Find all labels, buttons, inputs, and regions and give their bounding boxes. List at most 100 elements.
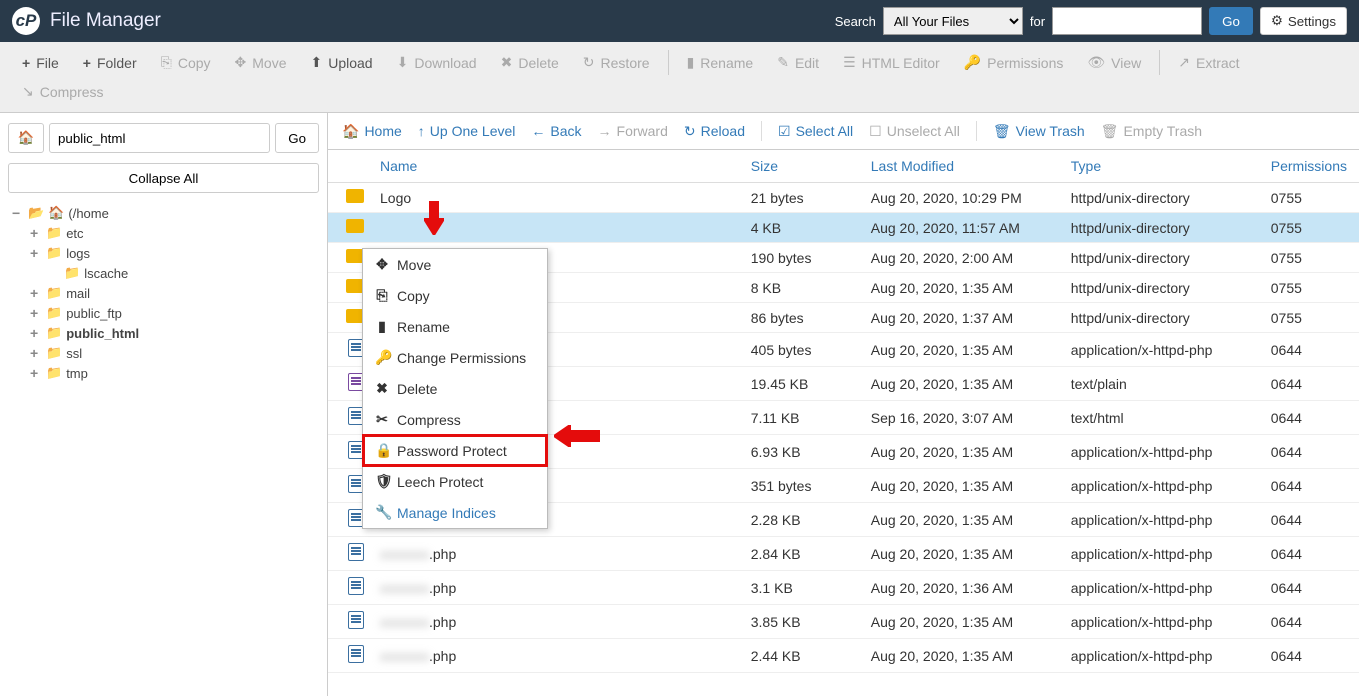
file-modified: Aug 20, 2020, 1:35 AM: [859, 605, 1059, 639]
app-header: cP File Manager Search All Your Files fo…: [0, 0, 1359, 42]
context-menu-item[interactable]: ⎘Copy: [363, 280, 547, 311]
download-button[interactable]: ⬇Download: [385, 48, 489, 77]
nav-back-button[interactable]: ←Back: [531, 123, 581, 139]
tree-node[interactable]: 📁lscache: [12, 263, 319, 283]
table-row[interactable]: xxxxxxx.php3.1 KBAug 20, 2020, 1:36 AMap…: [328, 571, 1359, 605]
table-row[interactable]: xxxxxxx.php2.84 KBAug 20, 2020, 1:35 AMa…: [328, 537, 1359, 571]
tree-root[interactable]: − 📂 🏠 (/home: [12, 203, 319, 223]
sidebar: 🏠 Go Collapse All − 📂 🏠 (/home +📁etc+📁lo…: [0, 113, 328, 696]
upload-button[interactable]: ⬆Upload: [298, 48, 384, 77]
file-perm: 0755: [1259, 273, 1359, 303]
home-icon: 🏠: [18, 130, 35, 146]
nav-empty-trash-button[interactable]: 🗑Empty Trash: [1101, 123, 1202, 140]
nav-up-button[interactable]: ↑Up One Level: [418, 123, 516, 139]
expand-icon: +: [30, 305, 42, 321]
path-go-button[interactable]: Go: [275, 123, 319, 153]
context-menu-item[interactable]: 🛡Leech Protect: [363, 466, 547, 497]
nav-select-all-button[interactable]: ☑Select All: [778, 123, 853, 140]
tree-node[interactable]: +📁etc: [12, 223, 319, 243]
table-row[interactable]: xxxxxxx.php3.85 KBAug 20, 2020, 1:35 AMa…: [328, 605, 1359, 639]
file-modified: Aug 20, 2020, 10:29 PM: [859, 183, 1059, 213]
file-icon: [348, 543, 364, 561]
col-size[interactable]: Size: [739, 150, 859, 183]
nav-home-button[interactable]: 🏠Home: [342, 123, 402, 140]
nav-forward-button[interactable]: →Forward: [598, 123, 668, 139]
upload-icon: ⬆: [310, 54, 322, 71]
delete-button[interactable]: ✖Delete: [489, 48, 571, 77]
table-row[interactable]: Logo21 bytesAug 20, 2020, 10:29 PMhttpd/…: [328, 183, 1359, 213]
file-type: application/x-httpd-php: [1059, 503, 1259, 537]
home-path-button[interactable]: 🏠: [8, 123, 44, 153]
folder-icon: 📁: [46, 305, 62, 321]
file-modified: Aug 20, 2020, 1:35 AM: [859, 333, 1059, 367]
file-button[interactable]: +File: [10, 48, 71, 77]
nav-unselect-all-button[interactable]: ☐Unselect All: [869, 123, 960, 140]
file-size: 4 KB: [739, 213, 859, 243]
check-icon: ☑: [778, 123, 791, 140]
context-menu-item[interactable]: ✥Move: [363, 249, 547, 280]
menu-item-icon: ▮: [375, 318, 389, 335]
nav-reload-button[interactable]: ↻Reload: [684, 123, 745, 140]
file-perm: 0755: [1259, 243, 1359, 273]
html-editor-button[interactable]: ☰HTML Editor: [831, 48, 952, 77]
context-menu-item[interactable]: 🔒Password Protect: [363, 435, 547, 466]
reload-icon: ↻: [684, 123, 696, 140]
file-perm: 0644: [1259, 605, 1359, 639]
tree-node[interactable]: +📁public_html: [12, 323, 319, 343]
file-modified: Aug 20, 2020, 1:35 AM: [859, 469, 1059, 503]
compress-button[interactable]: ↘Compress: [10, 77, 116, 106]
pencil-icon: ✎: [777, 54, 789, 71]
file-icon: [348, 611, 364, 629]
file-perm: 0644: [1259, 435, 1359, 469]
file-type: text/plain: [1059, 367, 1259, 401]
rename-icon: ▮: [687, 54, 695, 71]
expand-icon: +: [30, 285, 42, 301]
extract-icon: ↗: [1178, 54, 1190, 71]
file-perm: 0755: [1259, 303, 1359, 333]
table-row[interactable]: 4 KBAug 20, 2020, 11:57 AMhttpd/unix-dir…: [328, 213, 1359, 243]
expand-icon: +: [30, 365, 42, 381]
tree-node[interactable]: +📁ssl: [12, 343, 319, 363]
file-modified: Aug 20, 2020, 1:35 AM: [859, 273, 1059, 303]
search-input[interactable]: [1052, 7, 1202, 35]
view-button[interactable]: 👁View: [1075, 48, 1153, 77]
col-type[interactable]: Type: [1059, 150, 1259, 183]
tree-node[interactable]: +📁 public_ftp: [12, 303, 319, 323]
table-row[interactable]: xxxxxxx.php2.44 KBAug 20, 2020, 1:35 AMa…: [328, 639, 1359, 673]
file-type: httpd/unix-directory: [1059, 213, 1259, 243]
context-menu-item[interactable]: ✖Delete: [363, 373, 547, 404]
move-button[interactable]: ✥Move: [223, 48, 299, 77]
col-perm[interactable]: Permissions: [1259, 150, 1359, 183]
nav-view-trash-button[interactable]: 🗑View Trash: [993, 123, 1085, 140]
restore-button[interactable]: ↻Restore: [571, 48, 662, 77]
copy-button[interactable]: ⎘Copy: [149, 48, 223, 77]
file-type: httpd/unix-directory: [1059, 273, 1259, 303]
edit-button[interactable]: ✎Edit: [765, 48, 831, 77]
file-perm: 0644: [1259, 537, 1359, 571]
context-menu-item[interactable]: ▮Rename: [363, 311, 547, 342]
folder-icon: 📁: [46, 365, 62, 381]
col-modified[interactable]: Last Modified: [859, 150, 1059, 183]
path-input[interactable]: [49, 123, 270, 153]
rename-button[interactable]: ▮Rename: [675, 48, 766, 77]
search-go-button[interactable]: Go: [1209, 7, 1253, 35]
context-menu-item[interactable]: 🔑Change Permissions: [363, 342, 547, 373]
file-type: httpd/unix-directory: [1059, 303, 1259, 333]
expand-icon: +: [30, 345, 42, 361]
folder-button[interactable]: +Folder: [71, 48, 149, 77]
collapse-all-button[interactable]: Collapse All: [8, 163, 319, 193]
home-icon: 🏠: [48, 205, 64, 221]
gear-icon: ⚙: [1271, 13, 1283, 29]
tree-node[interactable]: +📁tmp: [12, 363, 319, 383]
tree-node[interactable]: +📁mail: [12, 283, 319, 303]
context-menu-item[interactable]: 🔧Manage Indices: [363, 497, 547, 528]
tree-node[interactable]: +📁logs: [12, 243, 319, 263]
context-menu-item[interactable]: ✂Compress: [363, 404, 547, 435]
settings-button[interactable]: ⚙ Settings: [1260, 7, 1347, 35]
extract-button[interactable]: ↗Extract: [1166, 48, 1251, 77]
tree-label: public_ftp: [66, 306, 122, 321]
search-scope-select[interactable]: All Your Files: [883, 7, 1023, 35]
col-name[interactable]: Name: [368, 150, 739, 183]
permissions-button[interactable]: 🔑Permissions: [952, 48, 1076, 77]
file-size: 19.45 KB: [739, 367, 859, 401]
